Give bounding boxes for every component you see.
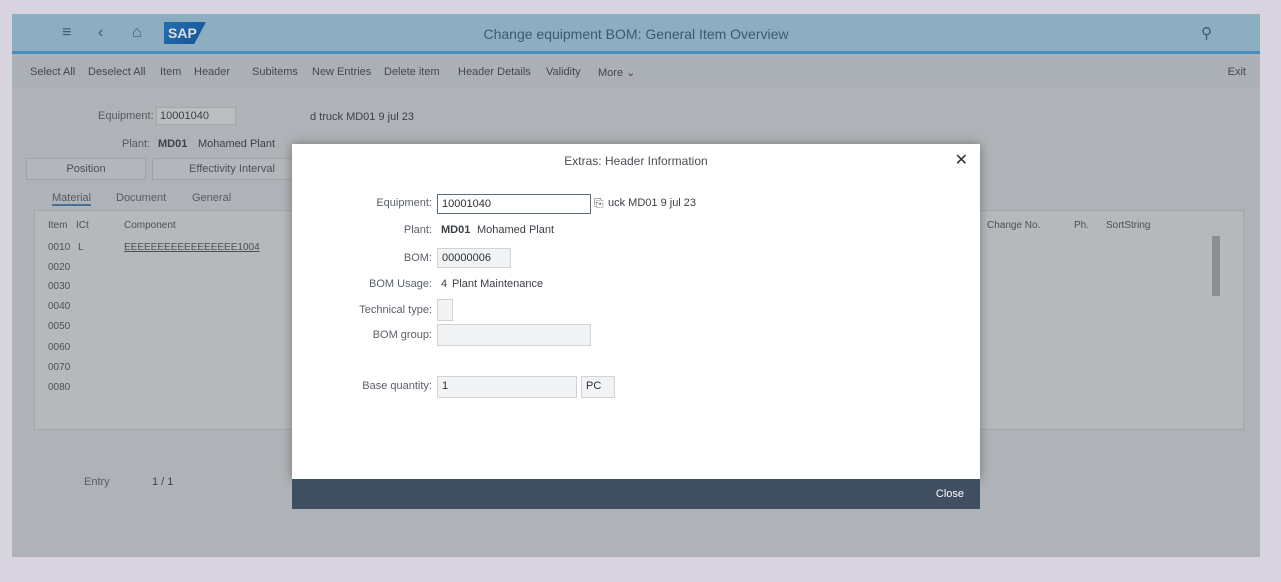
base-quantity-unit[interactable]: PC xyxy=(581,376,615,398)
plant-desc: Mohamed Plant xyxy=(477,224,555,236)
equipment-field[interactable]: 10001040 xyxy=(437,194,591,214)
equipment-label: Equipment: xyxy=(376,197,432,209)
bom-group-field[interactable] xyxy=(437,324,591,346)
close-button[interactable]: Close xyxy=(936,488,964,500)
plant-label: Plant: xyxy=(403,224,432,236)
bom-usage-label: BOM Usage: xyxy=(369,278,432,290)
bom-label: BOM: xyxy=(403,252,432,264)
info-icon[interactable]: ⎘ xyxy=(594,196,604,211)
dialog-title: Extras: Header Information xyxy=(564,154,708,168)
bom-usage-value: 4 xyxy=(441,278,448,290)
close-icon[interactable]: ✕ xyxy=(955,150,968,170)
technical-type-field[interactable] xyxy=(437,299,453,321)
base-quantity-field[interactable]: 1 xyxy=(437,376,577,398)
app-window: ≡ ‹ ⌂ SAP Change equipment BOM: General … xyxy=(12,14,1260,557)
dialog-footer: Close xyxy=(292,479,980,509)
technical-type-label: Technical type: xyxy=(359,304,432,316)
equipment-desc: uck MD01 9 jul 23 xyxy=(608,197,697,209)
header-info-dialog: Extras: Header Information ✕ Equipment: … xyxy=(292,144,980,479)
bom-group-label: BOM group: xyxy=(372,329,432,341)
bom-field: 00000006 xyxy=(437,248,511,268)
bom-usage-desc: Plant Maintenance xyxy=(452,278,544,290)
base-quantity-label: Base quantity: xyxy=(362,380,432,392)
plant-value: MD01 xyxy=(441,224,471,236)
